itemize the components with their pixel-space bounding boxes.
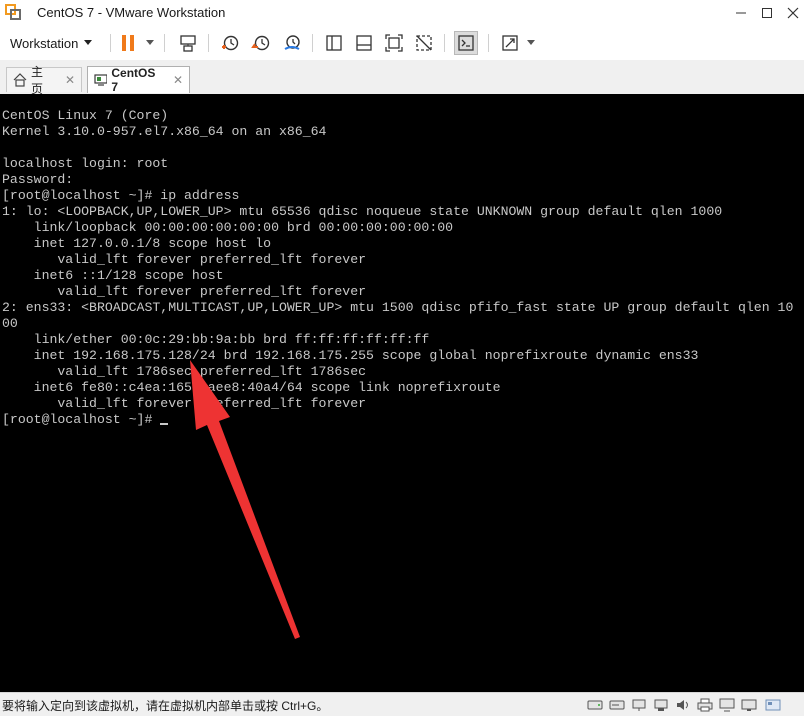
toolbar-divider [444, 34, 445, 52]
usb-icon[interactable] [652, 697, 670, 713]
library-view-icon[interactable] [322, 31, 346, 55]
send-keys-icon[interactable] [176, 31, 200, 55]
close-icon[interactable] [778, 3, 804, 23]
red-arrow-annotation [190, 360, 300, 639]
tab-centos7-label: CentOS 7 [111, 66, 156, 94]
workstation-menu-label: Workstation [10, 35, 79, 51]
workstation-menu[interactable]: Workstation [4, 32, 98, 54]
tab-strip: 主页 ✕ CentOS 7 ✕ [0, 60, 804, 96]
tab-home-label: 主页 [30, 65, 43, 96]
snapshot-icon[interactable] [218, 31, 242, 55]
network-icon[interactable] [630, 697, 648, 713]
printer-icon[interactable] [696, 697, 714, 713]
window-title: CentOS 7 - VMware Workstation [37, 5, 226, 20]
toolbar-divider [488, 34, 489, 52]
stretch-icon[interactable] [498, 31, 522, 55]
title-bar: CentOS 7 - VMware Workstation [0, 0, 804, 26]
tab-home[interactable]: 主页 ✕ [6, 65, 82, 96]
thumbnail-view-icon[interactable] [352, 31, 376, 55]
status-bar: 要将输入定向到该虚拟机，请在虚拟机内部单击或按 Ctrl+G。 [0, 692, 804, 716]
close-icon[interactable]: ✕ [65, 73, 75, 87]
cd-drive-icon[interactable] [608, 697, 626, 713]
monitor-icon[interactable] [740, 697, 758, 713]
vm-console[interactable]: CentOS Linux 7 (Core) Kernel 3.10.0-957.… [0, 94, 804, 692]
pause-icon[interactable] [116, 31, 140, 55]
snapshot-manager-icon[interactable] [280, 31, 304, 55]
console-view-icon[interactable] [454, 31, 478, 55]
toolbar-divider [164, 34, 165, 52]
unity-icon[interactable] [412, 31, 436, 55]
sound-icon[interactable] [674, 697, 692, 713]
toolbar-divider [312, 34, 313, 52]
toolbar: Workstation [0, 26, 804, 61]
chevron-down-icon[interactable] [525, 37, 537, 49]
hard-disk-icon[interactable] [586, 697, 604, 713]
display-icon[interactable] [718, 697, 736, 713]
chevron-down-icon[interactable] [144, 37, 156, 49]
toolbar-divider [208, 34, 209, 52]
tab-centos7[interactable]: CentOS 7 ✕ [87, 66, 190, 94]
toolbar-divider [110, 34, 111, 52]
chevron-down-icon [84, 40, 93, 45]
fullscreen-icon[interactable] [382, 31, 406, 55]
home-icon [13, 73, 27, 87]
vmware-icon [5, 4, 21, 20]
vm-icon [94, 74, 108, 86]
resize-grip-icon[interactable] [764, 697, 782, 713]
revert-snapshot-icon[interactable] [249, 31, 273, 55]
status-text: 要将输入定向到该虚拟机，请在虚拟机内部单击或按 Ctrl+G。 [2, 699, 329, 713]
close-icon[interactable]: ✕ [173, 73, 183, 87]
